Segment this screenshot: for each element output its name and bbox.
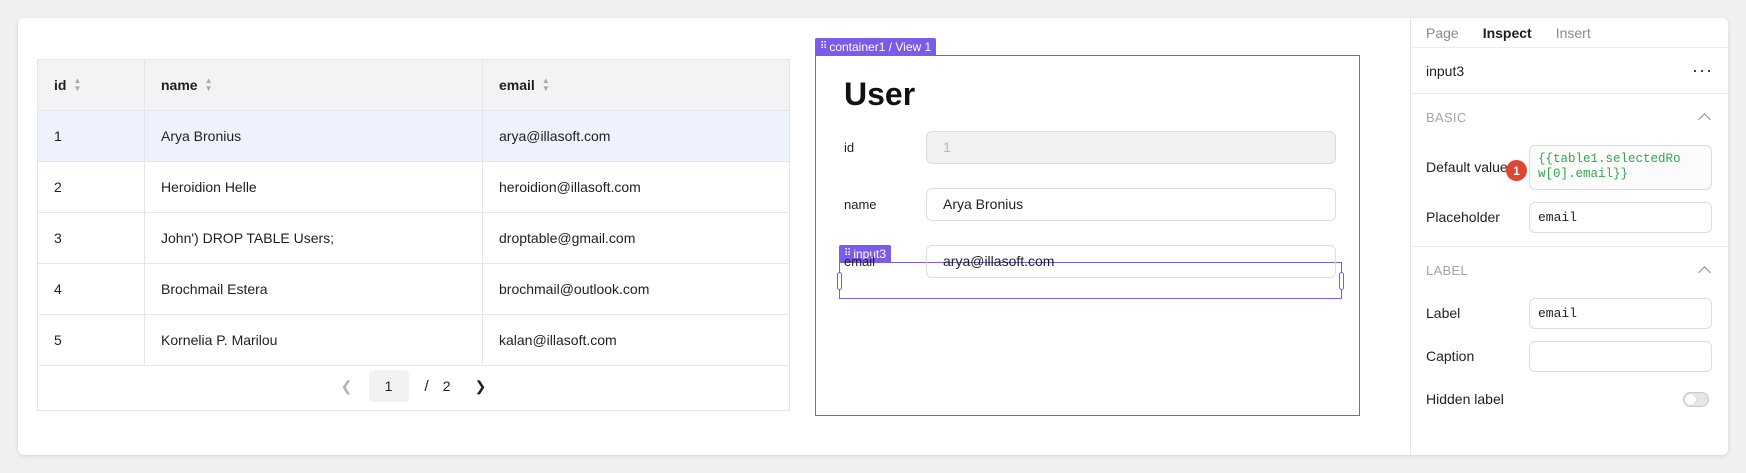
- section-basic-header[interactable]: BASIC: [1411, 94, 1728, 140]
- prop-label-text: Hidden label: [1426, 391, 1504, 407]
- name-input[interactable]: Arya Bronius: [926, 187, 1336, 221]
- panel-tabs: Page Inspect Insert: [1411, 18, 1728, 48]
- current-page[interactable]: 1: [368, 370, 409, 402]
- prop-label-text: Label: [1426, 305, 1461, 321]
- more-options-icon[interactable]: ···: [1692, 60, 1713, 81]
- sort-icon[interactable]: ▲ ▼: [542, 77, 550, 93]
- default-value-editor[interactable]: {{table1.selectedRo w[0].email}}: [1529, 144, 1712, 190]
- cell-email: kalan@illasoft.com: [499, 332, 617, 348]
- form-row-name: name Arya Bronius: [844, 187, 1336, 221]
- container-view[interactable]: User id 1 name Arya Bronius ⠿ input3 emai…: [815, 55, 1360, 416]
- hidden-label-toggle[interactable]: [1683, 391, 1709, 407]
- table-row[interactable]: 5 Kornelia P. Marilou kalan@illasoft.com: [38, 315, 789, 366]
- sort-icon[interactable]: ▲ ▼: [73, 77, 81, 93]
- cell-name: Heroidion Helle: [145, 162, 483, 212]
- tab-page[interactable]: Page: [1426, 25, 1459, 41]
- cell-id: 4: [38, 264, 145, 314]
- cell-email: brochmail@outlook.com: [499, 281, 650, 297]
- placeholder-input[interactable]: email: [1529, 201, 1712, 233]
- prop-label: Placeholder: [1426, 209, 1500, 225]
- form-row-id: id 1: [844, 130, 1336, 164]
- prop-label-text: Caption: [1426, 348, 1475, 364]
- email-input[interactable]: arya@illasoft.com: [926, 244, 1336, 278]
- table-row[interactable]: 1 Arya Bronius arya@illasoft.com: [38, 111, 789, 162]
- cell-name: Kornelia P. Marilou: [145, 315, 483, 365]
- inspector-panel: Page Inspect Insert input3 ··· BASIC Def…: [1410, 18, 1728, 455]
- cell-id: 5: [38, 315, 145, 365]
- cell-id: 2: [38, 162, 145, 212]
- app-canvas: id ▲ ▼ name ▲ ▼ email ▲ ▼ 1 Arya Bronius arya@…: [18, 18, 1728, 455]
- section-label-header[interactable]: LABEL: [1411, 247, 1728, 293]
- chevron-up-icon[interactable]: [1698, 113, 1711, 126]
- field-label: id: [844, 139, 855, 155]
- column-header-id[interactable]: id ▲ ▼: [38, 60, 145, 110]
- table-row[interactable]: 4 Brochmail Estera brochmail@outlook.com: [38, 264, 789, 315]
- error-badge: 1: [1506, 160, 1527, 181]
- column-header-email[interactable]: email ▲ ▼: [483, 60, 789, 110]
- chevron-up-icon[interactable]: [1698, 266, 1711, 279]
- table-row[interactable]: 2 Heroidion Helle heroidion@illasoft.com: [38, 162, 789, 213]
- tab-insert[interactable]: Insert: [1556, 25, 1591, 41]
- prop-hidden-label: Hidden label: [1411, 379, 1728, 419]
- resize-handle-right[interactable]: [1339, 272, 1344, 290]
- total-pages: 2: [442, 378, 451, 394]
- drag-handle-icon[interactable]: ⠿: [820, 41, 827, 52]
- label-input[interactable]: email: [1529, 297, 1712, 329]
- container-tag[interactable]: ⠿ container1 / View 1: [815, 38, 937, 55]
- cell-name: Brochmail Estera: [145, 264, 483, 314]
- form-row-email: email arya@illasoft.com: [844, 244, 1336, 278]
- cell-id: 1: [38, 111, 145, 161]
- chevron-right-icon[interactable]: ❯: [464, 370, 496, 402]
- id-input: 1: [926, 130, 1336, 164]
- cell-email: droptable@gmail.com: [499, 230, 636, 246]
- table-row[interactable]: 3 John') DROP TABLE Users; droptable@gma…: [38, 213, 789, 264]
- prop-default-value: Default value {{table1.selectedRo w[0].e…: [1411, 140, 1728, 194]
- cell-email: arya@illasoft.com: [499, 128, 611, 144]
- component-name[interactable]: input3: [1426, 63, 1464, 79]
- field-label: email: [844, 253, 876, 269]
- caption-input[interactable]: [1529, 340, 1712, 372]
- tab-inspect[interactable]: Inspect: [1483, 25, 1532, 41]
- field-label: name: [844, 196, 877, 212]
- section-title: LABEL: [1426, 262, 1468, 278]
- pagination: ❮ 1 / 2 ❯: [38, 362, 789, 410]
- section-title: BASIC: [1426, 109, 1467, 125]
- cell-name: John') DROP TABLE Users;: [145, 213, 483, 263]
- table-header: id ▲ ▼ name ▲ ▼ email ▲ ▼: [38, 60, 789, 111]
- prop-placeholder: Placeholder email: [1411, 194, 1728, 240]
- cell-id: 3: [38, 213, 145, 263]
- cell-name: Arya Bronius: [145, 111, 483, 161]
- sort-icon[interactable]: ▲ ▼: [205, 77, 213, 93]
- page-separator: /: [424, 377, 429, 395]
- resize-handle-left[interactable]: [837, 272, 842, 290]
- prop-label: Label email: [1411, 293, 1728, 333]
- user-title: User: [844, 76, 916, 112]
- prop-caption: Caption: [1411, 333, 1728, 379]
- component-header: input3 ···: [1411, 48, 1728, 94]
- users-table[interactable]: id ▲ ▼ name ▲ ▼ email ▲ ▼ 1 Arya Bronius arya@…: [37, 59, 790, 411]
- chevron-left-icon[interactable]: ❮: [331, 370, 363, 402]
- column-header-name[interactable]: name ▲ ▼: [145, 60, 483, 110]
- cell-email: heroidion@illasoft.com: [499, 179, 641, 195]
